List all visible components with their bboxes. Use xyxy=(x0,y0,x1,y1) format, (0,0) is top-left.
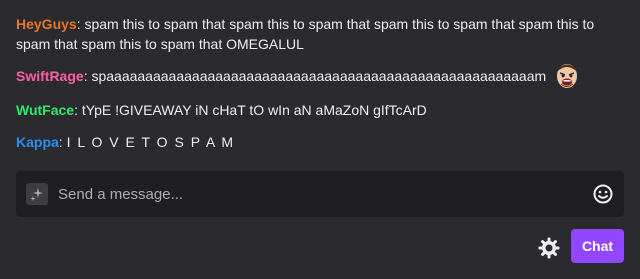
chat-send-button[interactable]: Chat xyxy=(571,229,624,263)
sparkle-icon[interactable] xyxy=(26,183,48,205)
swiftrage-emote-icon[interactable] xyxy=(552,62,582,90)
chat-username[interactable]: WutFace xyxy=(16,102,74,118)
chat-message-list: HeyGuys: spam this to spam that spam thi… xyxy=(16,14,624,164)
chat-username[interactable]: Kappa xyxy=(16,134,59,150)
chat-message: HeyGuys: spam this to spam that spam thi… xyxy=(16,14,624,54)
chat-message-text: I L O V E T O S P A M xyxy=(66,134,235,150)
sparkle-icon-graphic xyxy=(30,188,43,201)
chat-message-text: tYpE !GIVEAWAY iN cHaT tO wIn aN aMaZoN … xyxy=(81,102,427,118)
chat-message-input[interactable] xyxy=(58,171,578,217)
chat-input-container xyxy=(16,171,624,217)
chat-message: SwiftRage: spaaaaaaaaaaaaaaaaaaaaaaaaaaa… xyxy=(16,62,624,90)
chat-colon: : xyxy=(74,102,82,118)
chat-message: Kappa: I L O V E T O S P A M xyxy=(16,132,624,152)
chat-username[interactable]: SwiftRage xyxy=(16,68,84,84)
chat-panel: HeyGuys: spam this to spam that spam thi… xyxy=(0,0,640,279)
chat-username[interactable]: HeyGuys xyxy=(16,16,77,32)
gear-icon-graphic xyxy=(538,237,560,259)
chat-message-line: SwiftRage: spaaaaaaaaaaaaaaaaaaaaaaaaaaa… xyxy=(16,66,546,86)
chat-message: WutFace: tYpE !GIVEAWAY iN cHaT tO wIn a… xyxy=(16,100,624,120)
smiley-icon-graphic xyxy=(593,184,613,204)
gear-icon[interactable] xyxy=(537,236,561,260)
swiftrage-emote-icon-graphic xyxy=(557,64,578,88)
chat-message-text: spam this to spam that spam this to spam… xyxy=(16,16,595,52)
smiley-icon[interactable] xyxy=(592,183,614,205)
chat-colon: : xyxy=(58,134,67,150)
chat-message-text: spaaaaaaaaaaaaaaaaaaaaaaaaaaaaaaaaaaaaaa… xyxy=(91,68,547,84)
